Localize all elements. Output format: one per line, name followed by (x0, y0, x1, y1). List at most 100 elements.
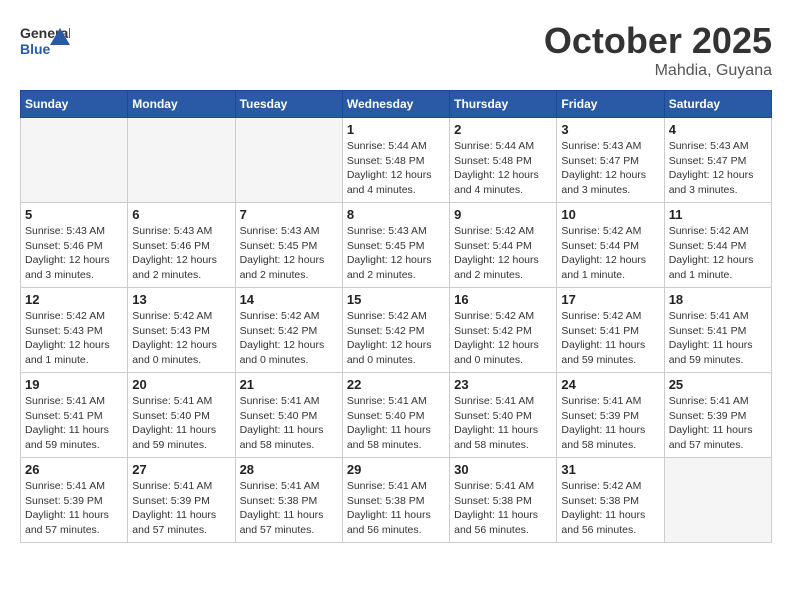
day-cell-4-4: 30 Sunrise: 5:41 AM Sunset: 5:38 PM Dayli… (450, 458, 557, 543)
day-number: 4 (669, 122, 767, 137)
day-cell-4-0: 26 Sunrise: 5:41 AM Sunset: 5:39 PM Dayli… (21, 458, 128, 543)
day-info: Sunrise: 5:41 AM Sunset: 5:41 PM Dayligh… (669, 309, 767, 368)
day-info: Sunrise: 5:42 AM Sunset: 5:43 PM Dayligh… (132, 309, 230, 368)
day-cell-2-2: 14 Sunrise: 5:42 AM Sunset: 5:42 PM Dayli… (235, 288, 342, 373)
page-header: General Blue October 2025 Mahdia, Guyana (20, 20, 772, 80)
day-cell-4-6 (664, 458, 771, 543)
day-info: Sunrise: 5:43 AM Sunset: 5:46 PM Dayligh… (132, 224, 230, 283)
day-number: 10 (561, 207, 659, 222)
day-number: 16 (454, 292, 552, 307)
day-number: 21 (240, 377, 338, 392)
day-number: 19 (25, 377, 123, 392)
day-info: Sunrise: 5:42 AM Sunset: 5:41 PM Dayligh… (561, 309, 659, 368)
day-info: Sunrise: 5:41 AM Sunset: 5:40 PM Dayligh… (454, 394, 552, 453)
header-wednesday: Wednesday (342, 91, 449, 118)
day-info: Sunrise: 5:41 AM Sunset: 5:40 PM Dayligh… (132, 394, 230, 453)
day-info: Sunrise: 5:42 AM Sunset: 5:44 PM Dayligh… (561, 224, 659, 283)
day-info: Sunrise: 5:42 AM Sunset: 5:43 PM Dayligh… (25, 309, 123, 368)
day-number: 5 (25, 207, 123, 222)
day-info: Sunrise: 5:41 AM Sunset: 5:40 PM Dayligh… (240, 394, 338, 453)
day-cell-4-1: 27 Sunrise: 5:41 AM Sunset: 5:39 PM Dayli… (128, 458, 235, 543)
week-row-2: 5 Sunrise: 5:43 AM Sunset: 5:46 PM Daylig… (21, 203, 772, 288)
day-cell-2-5: 17 Sunrise: 5:42 AM Sunset: 5:41 PM Dayli… (557, 288, 664, 373)
day-number: 20 (132, 377, 230, 392)
day-number: 23 (454, 377, 552, 392)
day-number: 15 (347, 292, 445, 307)
day-number: 6 (132, 207, 230, 222)
day-number: 14 (240, 292, 338, 307)
day-info: Sunrise: 5:42 AM Sunset: 5:44 PM Dayligh… (454, 224, 552, 283)
day-number: 24 (561, 377, 659, 392)
day-info: Sunrise: 5:41 AM Sunset: 5:39 PM Dayligh… (561, 394, 659, 453)
week-row-4: 19 Sunrise: 5:41 AM Sunset: 5:41 PM Dayli… (21, 373, 772, 458)
day-number: 28 (240, 462, 338, 477)
day-info: Sunrise: 5:41 AM Sunset: 5:41 PM Dayligh… (25, 394, 123, 453)
day-cell-2-3: 15 Sunrise: 5:42 AM Sunset: 5:42 PM Dayli… (342, 288, 449, 373)
svg-text:Blue: Blue (20, 41, 51, 57)
day-cell-3-5: 24 Sunrise: 5:41 AM Sunset: 5:39 PM Dayli… (557, 373, 664, 458)
day-info: Sunrise: 5:41 AM Sunset: 5:38 PM Dayligh… (454, 479, 552, 538)
week-row-1: 1Sunrise: 5:44 AM Sunset: 5:48 PM Daylig… (21, 118, 772, 203)
day-number: 31 (561, 462, 659, 477)
day-cell-0-2 (235, 118, 342, 203)
day-cell-0-5: 3Sunrise: 5:43 AM Sunset: 5:47 PM Daylig… (557, 118, 664, 203)
day-cell-1-3: 8Sunrise: 5:43 AM Sunset: 5:45 PM Daylig… (342, 203, 449, 288)
day-number: 3 (561, 122, 659, 137)
day-number: 29 (347, 462, 445, 477)
day-cell-0-1 (128, 118, 235, 203)
day-cell-3-1: 20 Sunrise: 5:41 AM Sunset: 5:40 PM Dayli… (128, 373, 235, 458)
day-number: 13 (132, 292, 230, 307)
logo: General Blue (20, 20, 70, 65)
day-info: Sunrise: 5:41 AM Sunset: 5:40 PM Dayligh… (347, 394, 445, 453)
day-info: Sunrise: 5:43 AM Sunset: 5:46 PM Dayligh… (25, 224, 123, 283)
day-number: 22 (347, 377, 445, 392)
day-info: Sunrise: 5:42 AM Sunset: 5:44 PM Dayligh… (669, 224, 767, 283)
day-cell-3-4: 23 Sunrise: 5:41 AM Sunset: 5:40 PM Dayli… (450, 373, 557, 458)
week-row-5: 26 Sunrise: 5:41 AM Sunset: 5:39 PM Dayli… (21, 458, 772, 543)
title-area: October 2025 Mahdia, Guyana (544, 20, 772, 80)
location: Mahdia, Guyana (544, 62, 772, 80)
day-cell-1-4: 9Sunrise: 5:42 AM Sunset: 5:44 PM Daylig… (450, 203, 557, 288)
day-info: Sunrise: 5:41 AM Sunset: 5:38 PM Dayligh… (347, 479, 445, 538)
day-number: 8 (347, 207, 445, 222)
day-info: Sunrise: 5:44 AM Sunset: 5:48 PM Dayligh… (347, 139, 445, 198)
calendar-table: Sunday Monday Tuesday Wednesday Thursday… (20, 90, 772, 543)
header-tuesday: Tuesday (235, 91, 342, 118)
day-number: 26 (25, 462, 123, 477)
day-info: Sunrise: 5:41 AM Sunset: 5:39 PM Dayligh… (132, 479, 230, 538)
day-number: 11 (669, 207, 767, 222)
day-cell-2-6: 18Sunrise: 5:41 AM Sunset: 5:41 PM Dayli… (664, 288, 771, 373)
day-cell-1-5: 10 Sunrise: 5:42 AM Sunset: 5:44 PM Dayli… (557, 203, 664, 288)
calendar-header-row: Sunday Monday Tuesday Wednesday Thursday… (21, 91, 772, 118)
logo-icon: General Blue (20, 20, 70, 65)
day-cell-0-0 (21, 118, 128, 203)
day-cell-0-6: 4 Sunrise: 5:43 AM Sunset: 5:47 PM Daylig… (664, 118, 771, 203)
day-info: Sunrise: 5:42 AM Sunset: 5:42 PM Dayligh… (454, 309, 552, 368)
day-cell-3-6: 25 Sunrise: 5:41 AM Sunset: 5:39 PM Dayli… (664, 373, 771, 458)
day-cell-0-4: 2Sunrise: 5:44 AM Sunset: 5:48 PM Daylig… (450, 118, 557, 203)
day-info: Sunrise: 5:42 AM Sunset: 5:42 PM Dayligh… (347, 309, 445, 368)
day-info: Sunrise: 5:41 AM Sunset: 5:39 PM Dayligh… (669, 394, 767, 453)
day-number: 27 (132, 462, 230, 477)
day-info: Sunrise: 5:43 AM Sunset: 5:47 PM Dayligh… (669, 139, 767, 198)
day-cell-3-3: 22 Sunrise: 5:41 AM Sunset: 5:40 PM Dayli… (342, 373, 449, 458)
day-number: 17 (561, 292, 659, 307)
day-cell-2-1: 13 Sunrise: 5:42 AM Sunset: 5:43 PM Dayli… (128, 288, 235, 373)
day-cell-4-5: 31 Sunrise: 5:42 AM Sunset: 5:38 PM Dayli… (557, 458, 664, 543)
day-number: 25 (669, 377, 767, 392)
day-cell-2-0: 12Sunrise: 5:42 AM Sunset: 5:43 PM Dayli… (21, 288, 128, 373)
day-info: Sunrise: 5:43 AM Sunset: 5:45 PM Dayligh… (240, 224, 338, 283)
day-info: Sunrise: 5:44 AM Sunset: 5:48 PM Dayligh… (454, 139, 552, 198)
day-number: 7 (240, 207, 338, 222)
day-cell-0-3: 1Sunrise: 5:44 AM Sunset: 5:48 PM Daylig… (342, 118, 449, 203)
day-info: Sunrise: 5:41 AM Sunset: 5:39 PM Dayligh… (25, 479, 123, 538)
week-row-3: 12Sunrise: 5:42 AM Sunset: 5:43 PM Dayli… (21, 288, 772, 373)
header-saturday: Saturday (664, 91, 771, 118)
day-cell-2-4: 16 Sunrise: 5:42 AM Sunset: 5:42 PM Dayli… (450, 288, 557, 373)
month-title: October 2025 (544, 20, 772, 62)
day-cell-1-1: 6 Sunrise: 5:43 AM Sunset: 5:46 PM Daylig… (128, 203, 235, 288)
day-number: 30 (454, 462, 552, 477)
day-info: Sunrise: 5:42 AM Sunset: 5:42 PM Dayligh… (240, 309, 338, 368)
day-cell-1-6: 11 Sunrise: 5:42 AM Sunset: 5:44 PM Dayli… (664, 203, 771, 288)
day-info: Sunrise: 5:42 AM Sunset: 5:38 PM Dayligh… (561, 479, 659, 538)
